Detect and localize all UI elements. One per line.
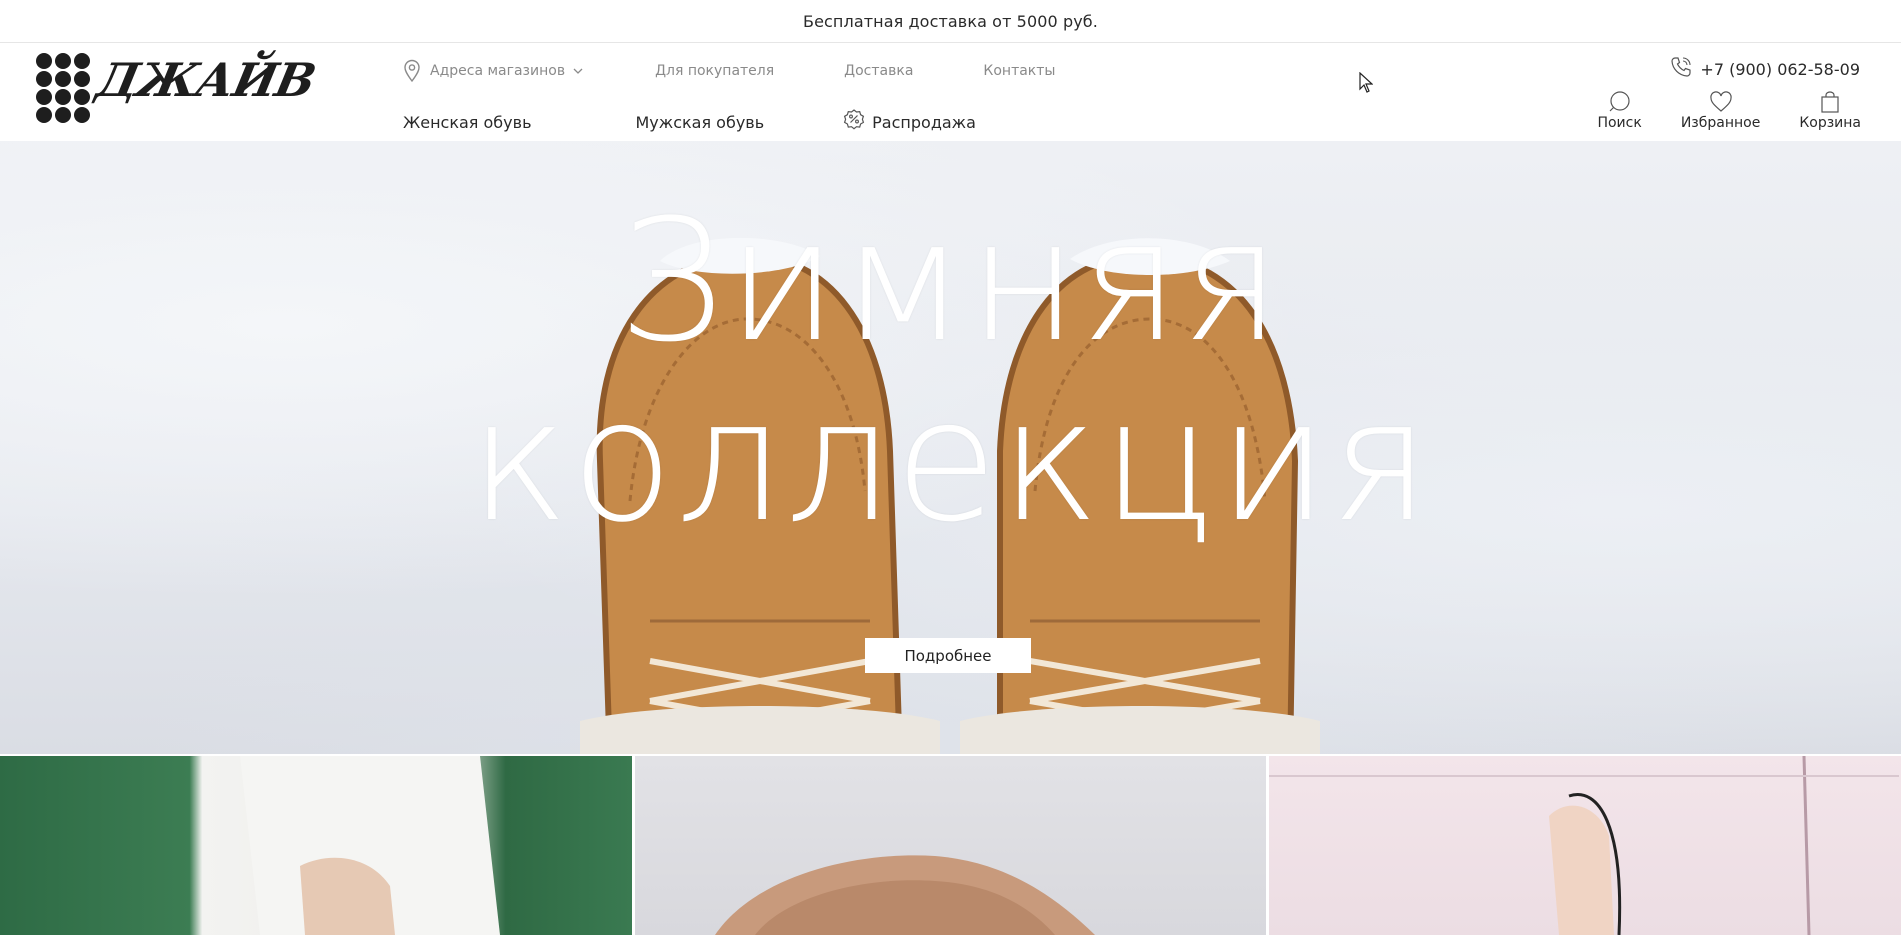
favorites-button[interactable]: Избранное xyxy=(1680,91,1761,131)
promo-bar: Бесплатная доставка от 5000 руб. xyxy=(0,0,1901,43)
tile-1-image xyxy=(240,756,500,935)
mouse-cursor xyxy=(1359,71,1374,98)
favorites-label: Избранное xyxy=(1680,115,1761,131)
cart-button[interactable]: Корзина xyxy=(1799,91,1861,131)
secondary-nav: Адреса магазинов Для покупателя Доставка… xyxy=(402,59,1055,83)
sale-label: Распродажа xyxy=(872,112,976,132)
search-icon xyxy=(1607,91,1633,115)
category-tile-3[interactable] xyxy=(1269,756,1901,935)
logo-dots xyxy=(36,53,96,125)
search-label: Поиск xyxy=(1597,115,1642,131)
main-nav: Женская обувь Мужская обувь Распродажа xyxy=(403,108,976,136)
nav-link-buyer[interactable]: Для покупателя xyxy=(655,63,774,79)
phone-number: +7 (900) 062-58-09 xyxy=(1700,59,1860,79)
nav-link-women[interactable]: Женская обувь xyxy=(403,113,532,132)
nav-link-delivery[interactable]: Доставка xyxy=(844,63,913,79)
stores-dropdown[interactable]: Адреса магазинов xyxy=(402,59,583,83)
nav-link-sale[interactable]: Распродажа xyxy=(842,108,976,136)
logo[interactable]: ДЖАЙВ xyxy=(36,53,320,135)
category-tile-1[interactable] xyxy=(0,756,632,935)
hero-banner: Зимняя коллекция Подробнее xyxy=(0,141,1901,754)
search-button[interactable]: Поиск xyxy=(1597,91,1642,131)
site-header: ДЖАЙВ Адреса магазинов Для покупателя До… xyxy=(0,43,1901,141)
nav-link-contacts[interactable]: Контакты xyxy=(983,63,1055,79)
more-button[interactable]: Подробнее xyxy=(865,638,1031,673)
tile-2-image xyxy=(714,855,1095,935)
tile-3-image xyxy=(1269,756,1900,935)
bag-icon xyxy=(1817,91,1843,115)
heart-icon xyxy=(1708,91,1734,115)
category-tiles xyxy=(0,756,1901,935)
chevron-down-icon xyxy=(573,68,583,75)
map-pin-icon xyxy=(402,59,422,83)
logo-wordmark: ДЖАЙВ xyxy=(92,53,320,107)
category-tile-2[interactable] xyxy=(634,756,1267,935)
phone-icon xyxy=(1670,56,1700,82)
cart-label: Корзина xyxy=(1799,115,1861,131)
hero-title: Зимняя коллекция xyxy=(0,191,1901,551)
hero-title-line1: Зимняя xyxy=(618,183,1283,379)
hero-title-line2: коллекция xyxy=(469,363,1432,559)
percent-badge-icon xyxy=(842,108,866,136)
nav-link-men[interactable]: Мужская обувь xyxy=(636,113,765,132)
header-actions: Поиск Избранное Корзина xyxy=(1597,91,1861,131)
phone-link[interactable]: +7 (900) 062-58-09 xyxy=(1670,56,1860,82)
promo-text: Бесплатная доставка от 5000 руб. xyxy=(803,11,1098,31)
stores-label: Адреса магазинов xyxy=(430,63,566,79)
